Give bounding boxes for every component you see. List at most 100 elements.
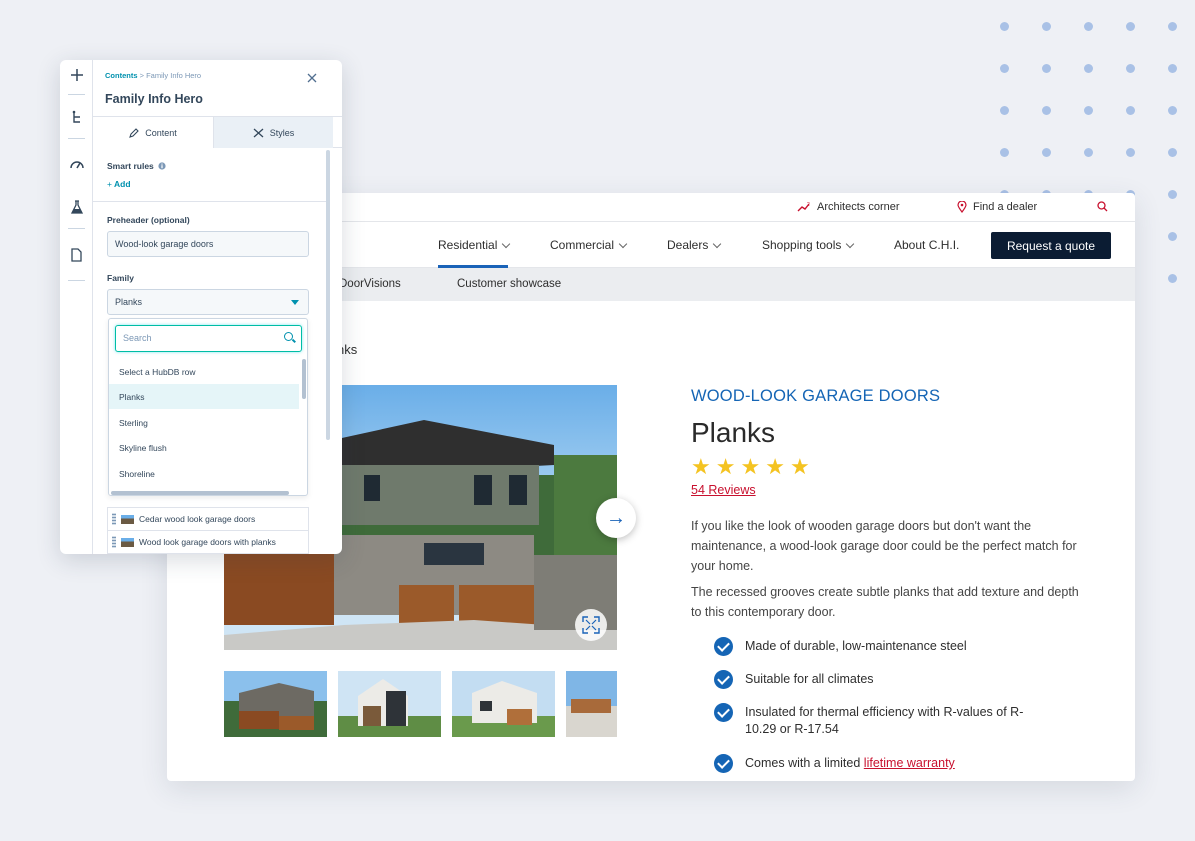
module-editor-panel: Contents > Family Info Hero Family Info … (60, 60, 342, 554)
dropdown-option[interactable]: Shoreline (109, 461, 299, 486)
decorative-dot (1042, 22, 1051, 31)
editor-breadcrumb: Contents > Family Info Hero (105, 71, 202, 80)
close-button[interactable] (307, 70, 317, 87)
info-icon[interactable] (158, 162, 166, 170)
fullscreen-button[interactable] (575, 609, 607, 641)
image-row[interactable]: Wood look garage doors with planks (107, 530, 309, 554)
lifetime-warranty-link[interactable]: lifetime warranty (864, 756, 955, 770)
editor-title: Family Info Hero (105, 92, 203, 106)
decorative-dot (1126, 106, 1135, 115)
architects-corner-link[interactable]: 2 Architects corner (797, 201, 900, 213)
nav-commercial[interactable]: Commercial (550, 238, 628, 252)
tree-icon (72, 110, 80, 123)
editor-content: Contents > Family Info Hero Family Info … (93, 60, 342, 554)
nav-dealers[interactable]: Dealers (667, 238, 722, 252)
add-smart-rule-button[interactable]: + Add (107, 179, 131, 189)
check-circle-icon (714, 703, 733, 722)
decorative-dot (1168, 190, 1177, 199)
chevron-down-icon (502, 239, 511, 248)
carousel-next-button[interactable]: → (596, 498, 636, 538)
nav-shopping-tools[interactable]: Shopping tools (762, 238, 855, 252)
decorative-dot (1168, 274, 1177, 283)
optimize-button[interactable] (60, 158, 93, 170)
decorative-dot (1168, 22, 1177, 31)
check-circle-icon (714, 637, 733, 656)
tab-content[interactable]: Content (93, 117, 213, 148)
test-button[interactable] (60, 200, 93, 214)
product-title: Planks (691, 417, 776, 448)
dropdown-option[interactable]: Sterling (109, 410, 299, 435)
arrow-right-icon: → (606, 506, 626, 529)
search-icon (1097, 201, 1108, 212)
chevron-down-icon (713, 239, 722, 248)
decorative-dot (1168, 232, 1177, 241)
breadcrumb-contents-link[interactable]: Contents (105, 71, 138, 80)
image-thumbnail (121, 514, 134, 524)
star-icon: ★ (789, 454, 810, 479)
add-module-button[interactable] (60, 68, 93, 82)
family-select[interactable]: Planks (107, 289, 309, 315)
family-dropdown: Search Select a HubDB row Planks Sterlin… (108, 318, 308, 496)
ruler-icon: 2 (797, 202, 810, 212)
decorative-dot (1168, 148, 1177, 157)
image-row[interactable]: Cedar wood look garage doors (107, 507, 309, 531)
product-description: If you like the look of wooden garage do… (691, 519, 1077, 573)
panel-scrollbar[interactable] (326, 150, 330, 440)
decorative-dot (1084, 106, 1093, 115)
chevron-down-icon (846, 239, 855, 248)
plus-icon (70, 69, 83, 81)
drag-handle-icon[interactable] (112, 513, 116, 525)
decorative-dot (1000, 106, 1009, 115)
dropdown-option[interactable]: Skyline flush (109, 435, 299, 460)
product-eyebrow: WOOD-LOOK GARAGE DOORS (691, 387, 941, 405)
find-dealer-link[interactable]: Find a dealer (957, 201, 1037, 213)
dropdown-scrollbar[interactable] (302, 359, 306, 399)
decorative-dot (1084, 22, 1093, 31)
image-thumbnail (121, 537, 134, 547)
star-icon: ★ (715, 454, 736, 479)
thumbnail-3[interactable] (452, 671, 555, 737)
decorative-dot (1042, 106, 1051, 115)
feature-item: Suitable for all climates (714, 670, 1074, 689)
check-circle-icon (714, 754, 733, 773)
dropdown-option[interactable]: Select a HubDB row (109, 359, 299, 384)
decorative-dot (1126, 148, 1135, 157)
expand-icon (582, 616, 600, 634)
decorative-dot (1084, 148, 1093, 157)
check-circle-icon (714, 670, 733, 689)
dropdown-horizontal-scrollbar[interactable] (111, 491, 289, 495)
dropdown-option-selected[interactable]: Planks (109, 384, 299, 409)
drag-handle-icon[interactable] (112, 536, 116, 548)
star-icon: ★ (691, 454, 711, 479)
decorative-dot (1084, 64, 1093, 73)
chevron-down-icon (618, 239, 628, 248)
pencil-icon (129, 127, 140, 138)
decorative-dot (1042, 148, 1051, 157)
thumbnail-4[interactable] (566, 671, 617, 737)
reviews-link[interactable]: 54 Reviews (691, 483, 756, 497)
request-quote-button[interactable]: Request a quote (991, 232, 1111, 259)
decorative-dot (1168, 106, 1177, 115)
editor-side-rail (60, 60, 93, 554)
tab-styles[interactable]: Styles (213, 117, 333, 148)
decorative-dot (1000, 22, 1009, 31)
decorative-dot (1126, 64, 1135, 73)
site-search-button[interactable] (1097, 201, 1108, 212)
preheader-label: Preheader (optional) (107, 215, 190, 225)
gauge-icon (69, 161, 84, 169)
layers-button[interactable] (60, 110, 93, 124)
nav-about[interactable]: About C.H.I. (894, 238, 959, 252)
decorative-dot (1000, 64, 1009, 73)
dropdown-search-input[interactable]: Search (115, 325, 302, 352)
preheader-input[interactable]: Wood-look garage doors (107, 231, 309, 257)
feature-item: Insulated for thermal efficiency with R-… (714, 703, 1054, 738)
document-icon (71, 248, 82, 262)
subnav-customer-showcase[interactable]: Customer showcase (457, 278, 561, 290)
thumbnail-1[interactable] (224, 671, 327, 737)
subnav-doorvisions[interactable]: DoorVisions (339, 278, 401, 290)
decorative-dot (1168, 64, 1177, 73)
nav-residential[interactable]: Residential (438, 238, 511, 252)
page-settings-button[interactable] (60, 248, 93, 262)
decorative-dot (1126, 22, 1135, 31)
thumbnail-2[interactable] (338, 671, 441, 737)
